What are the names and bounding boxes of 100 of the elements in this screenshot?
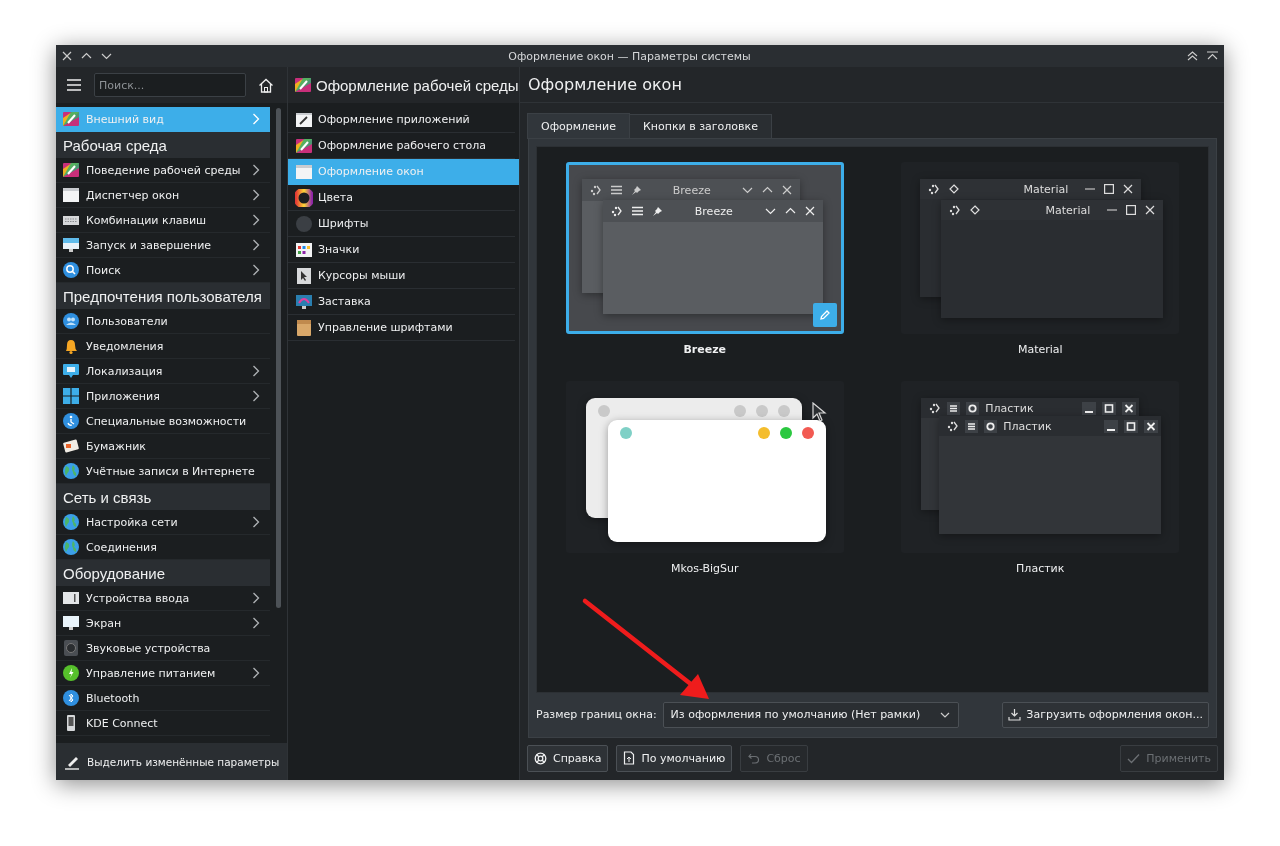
sidebar-item[interactable]: Управление питанием [56,661,270,686]
menu-icon [610,185,622,195]
section-header: Рабочая среда [56,132,270,158]
theme-preview-card[interactable]: Breeze Breeze [565,162,844,334]
dots-icon [589,184,602,196]
search-field[interactable]: Поиск... [94,73,246,97]
lifebuoy-icon [534,751,547,765]
monitor-icon [62,614,80,632]
chevron-right-icon [252,113,260,125]
sidebar-item[interactable]: Запуск и завершение [56,233,270,258]
chevron-right-icon [252,592,260,604]
menu-icon [965,419,979,433]
chevron-right-icon [252,390,260,402]
menu-icon[interactable] [66,78,82,92]
chevron-up-icon[interactable] [81,51,92,61]
theme-preview-card[interactable] [565,381,844,553]
icons-grid-icon [295,240,313,259]
section-header: Предпочтения пользователя [56,283,270,309]
sidebar-item[interactable]: Bluetooth [56,686,270,711]
grid-icon [62,387,80,405]
chevron-right-icon [252,239,260,251]
preview-window-title: Material [1044,203,1092,217]
close-icon[interactable] [62,51,72,61]
chevron-right-icon [252,189,260,201]
close-icon [1122,401,1137,415]
sidebar-item[interactable]: Звуковые устройства [56,636,270,661]
chevron-up-icon [761,185,773,195]
theme-preview-card[interactable]: Material Material [901,162,1180,334]
sidebar-item[interactable]: Пользователи [56,309,270,334]
subpanel-item[interactable]: Управление шрифтами [288,315,515,341]
maximize-icon [1104,184,1115,194]
window-icon [62,186,80,204]
close-icon [1145,205,1156,215]
scrollbar-thumb[interactable] [276,108,281,608]
sidebar-item[interactable]: Поведение рабочей среды [56,158,270,183]
subpanel-item[interactable]: Значки [288,237,515,263]
subpanel-item[interactable]: Заставка [288,289,515,315]
pencil-icon [818,309,831,321]
chevron-down-icon[interactable] [101,51,112,61]
speaker-icon [62,639,80,657]
power-icon [62,664,80,682]
sidebar-item[interactable]: Комбинации клавиш [56,208,270,233]
chevron-right-icon [252,516,260,528]
search-icon [62,261,80,279]
close-icon [781,185,792,195]
subpanel-item[interactable]: Цвета [288,185,515,211]
chevron-down-icon [741,185,753,195]
sidebar-item[interactable]: Бумажник [56,434,270,459]
accessibility-icon [62,412,80,430]
sidebar-item[interactable]: Диспетчер окон [56,183,270,208]
sidebar-item[interactable]: Настройка сети [56,510,270,535]
window-icon [295,110,313,129]
cursor-icon [295,266,313,285]
tile-icon [62,110,80,128]
download-icon [1008,708,1022,721]
edit-button[interactable] [812,303,837,327]
double-chevron-up-icon[interactable] [1187,51,1198,61]
minimize-icon [1082,401,1097,415]
tab[interactable]: Оформление [527,113,630,139]
sidebar-item[interactable]: Уведомления [56,334,270,359]
checkmark-icon [1127,752,1141,764]
globe-icon [62,513,80,531]
chevron-right-icon [252,365,260,377]
get-new-button[interactable]: Загрузить оформления окон... [1002,701,1209,728]
minimize-icon [1104,419,1119,433]
sidebar-item[interactable]: Приложения [56,384,270,409]
chevron-up-icon [784,206,796,216]
users-icon [62,312,80,330]
tile-icon [62,161,80,179]
chevron-right-icon [252,667,260,679]
maximize-icon [1126,205,1137,215]
keep-above-icon[interactable] [1207,51,1218,61]
globe-icon [62,462,80,480]
pin-icon [651,205,663,217]
sidebar-item[interactable]: Локализация [56,359,270,384]
highlight-changes-button[interactable]: Выделить изменённые параметры [56,743,287,780]
help-button[interactable]: Справка [527,744,609,772]
sidebar-item[interactable]: Устройства ввода [56,586,270,611]
menu-icon [631,206,643,216]
maximize-icon [1124,419,1139,433]
sidebar-item[interactable]: KDE Connect [56,711,270,736]
tab[interactable]: Кнопки в заголовке [629,114,772,138]
theme-name: Пластик [1016,562,1065,575]
window-icon [295,162,313,181]
home-icon[interactable] [258,77,274,93]
tile-icon [295,136,313,155]
document-icon [623,751,636,765]
dots-icon [949,204,962,216]
ring-icon [984,419,998,433]
preview-window-title: Material [1022,182,1070,196]
subpanel-item[interactable]: Курсоры мыши [288,263,515,289]
sidebar-item[interactable]: Экран [56,611,270,636]
defaults-button[interactable]: По умолчанию [616,744,733,772]
section-header: Сеть и связь [56,484,270,510]
subpanel-item[interactable]: Шрифты [288,211,515,237]
subpanel-item[interactable]: Оформление приложений [288,107,515,133]
theme-preview-card[interactable]: Пластик Пластик [901,381,1180,553]
border-size-dropdown[interactable]: Из оформления по умолчанию (Нет рамки) [662,701,960,728]
sidebar-item[interactable]: Специальные возможности [56,409,270,434]
font-box-icon [295,318,313,337]
